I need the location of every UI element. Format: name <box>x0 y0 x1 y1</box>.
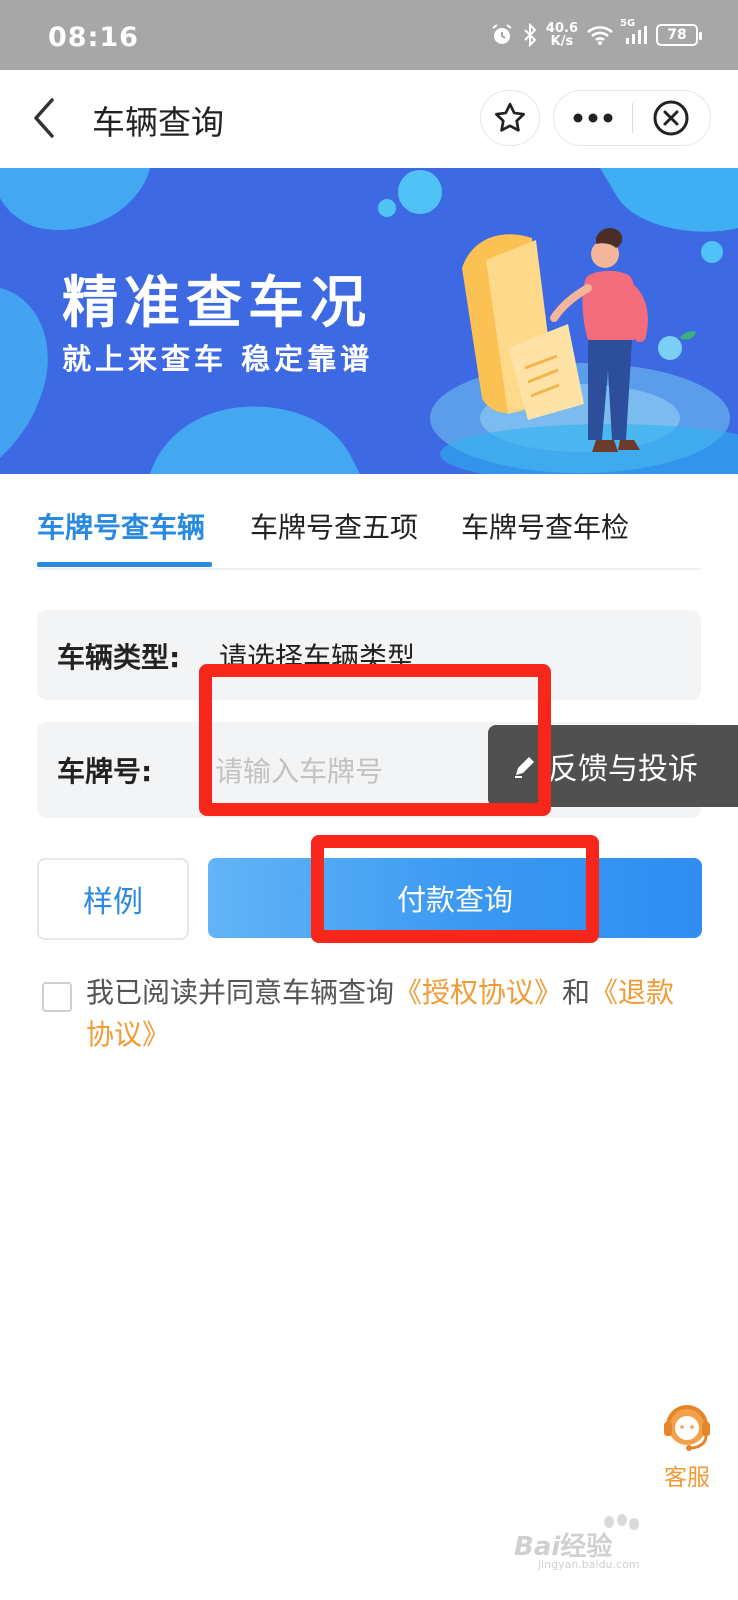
plate-number-label: 车牌号: <box>57 755 153 788</box>
banner-title: 精准查车况 <box>62 271 372 336</box>
back-button[interactable] <box>28 96 62 140</box>
signal-icon: 5G <box>620 18 648 46</box>
annotation-box-plate <box>199 664 551 816</box>
battery-level: 78 <box>667 27 687 43</box>
agreement-checkbox[interactable] <box>42 982 72 1012</box>
bluetooth-icon <box>522 23 538 47</box>
auth-agreement-link[interactable]: 《授权协议》 <box>394 976 562 1009</box>
tab-plate-five-items[interactable]: 车牌号查五项 <box>250 506 418 546</box>
tab-plate-vehicle[interactable]: 车牌号查车辆 <box>37 506 205 546</box>
watermark-url: jingyan.baidu.com <box>538 1558 640 1571</box>
status-icons: 40.6 K/s 5G 78 <box>490 18 702 52</box>
agreement-prefix: 我已阅读并同意车辆查询 <box>86 976 395 1009</box>
customer-service-button[interactable]: 客服 <box>657 1400 717 1496</box>
baidu-jingyan-watermark: Bai经验 jingyan.baidu.com <box>514 1512 714 1572</box>
mini-program-capsule <box>553 90 711 146</box>
network-speed-unit: K/s <box>550 34 574 49</box>
nav-bar: 车辆查询 <box>0 70 738 166</box>
promo-banner[interactable]: 精准查车况 就上来查车 稳定靠谱 <box>0 168 738 474</box>
network-type: 5G <box>620 18 636 29</box>
star-icon <box>495 102 525 132</box>
customer-service-label: 客服 <box>664 1465 710 1491</box>
annotation-box-pay <box>311 835 599 943</box>
tab-plate-annual-inspection[interactable]: 车牌号查年检 <box>461 506 629 546</box>
vehicle-type-label: 车辆类型: <box>57 641 181 674</box>
close-button[interactable] <box>633 91 711 145</box>
chevron-left-icon <box>34 98 54 138</box>
more-dots-icon <box>573 113 613 123</box>
status-time: 08:16 <box>48 22 139 53</box>
network-speed: 40.6 K/s <box>546 22 578 48</box>
query-tabs: 车牌号查车辆 车牌号查五项 车牌号查年检 <box>37 474 701 570</box>
favorite-button[interactable] <box>480 90 540 146</box>
alarm-icon <box>490 23 514 47</box>
active-tab-indicator <box>37 562 212 567</box>
agreement-conjunction: 和 <box>562 976 591 1009</box>
close-circle-icon <box>653 100 689 136</box>
battery-indicator: 78 <box>656 24 702 46</box>
banner-subtitle: 就上来查车 稳定靠谱 <box>62 342 374 376</box>
headset-agent-icon <box>664 1405 710 1451</box>
more-button[interactable] <box>554 91 632 145</box>
wifi-icon <box>586 24 614 46</box>
feedback-label: 反馈与投诉 <box>548 752 698 787</box>
status-bar: 08:16 40.6 K/s 5G 78 <box>0 0 738 70</box>
agreement-text: 我已阅读并同意车辆查询《授权协议》和《退款协议》 <box>86 972 686 1056</box>
page-title: 车辆查询 <box>92 103 224 142</box>
sample-button[interactable]: 样例 <box>37 858 189 940</box>
